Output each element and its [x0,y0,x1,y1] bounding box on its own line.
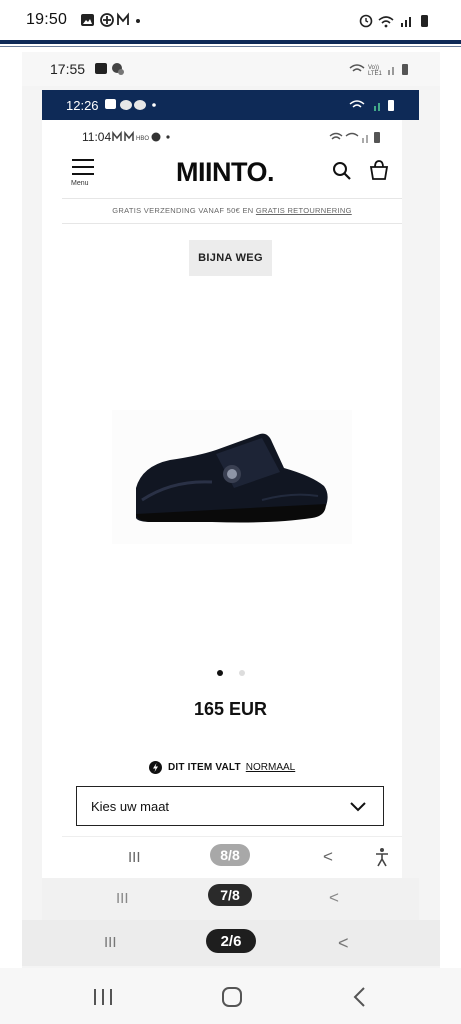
nested-time-1: 17:55 [50,61,86,77]
chat-icon [120,100,132,110]
screenshot-counter-1: 2/6 [206,929,256,953]
almost-gone-badge: BIJNA WEG [189,240,272,276]
dot-icon [166,135,170,139]
back-button-1[interactable]: < [338,933,349,954]
shoe-image [136,433,328,523]
recents-button-3[interactable]: III [128,849,141,866]
search-icon[interactable] [332,161,352,181]
mail-icon [112,130,122,141]
signal-icon [388,70,390,75]
back-icon[interactable] [352,986,368,1008]
recents-button-1[interactable]: III [104,934,117,951]
mail-icon [117,12,129,25]
call-icon [345,132,359,137]
nested-time-2: 12:26 [66,98,99,113]
nested-right-icons-3 [328,130,388,149]
product-image[interactable] [112,410,352,544]
battery-icon [421,15,428,27]
gallery-icon [105,99,116,109]
carousel-dot-active[interactable] [217,670,223,676]
nested-right-icons-2 [348,98,408,117]
signal-icon [362,138,364,143]
dot-icon [152,103,156,107]
chevron-down-icon [350,802,366,812]
recents-button-2[interactable]: III [116,890,129,907]
nested-status-bar-3: 11:04 HBO [62,124,402,150]
wifi-icon [378,16,394,24]
battery-icon [402,64,408,75]
wifi-icon [349,64,365,72]
size-select[interactable]: Kies uw maat [76,786,384,826]
app-header: Menu MIINTO. [62,152,402,196]
fit-info-icon [149,760,162,774]
gallery-icon [95,63,107,74]
hamburger-icon [72,159,94,175]
miinto-logo[interactable]: MIINTO. [176,157,275,188]
nested-notification-icons-1 [94,61,128,82]
dot-icon [136,19,140,23]
nested-nav-bar-2: III 7/8 < [42,878,419,920]
home-icon[interactable] [221,986,243,1008]
fit-prefix: DIT ITEM VALT [168,761,241,773]
outer-status-bar: 19:50 [0,0,461,40]
back-button-3[interactable]: < [323,847,333,867]
menu-button[interactable]: Menu [70,156,98,192]
fit-info: DIT ITEM VALT NORMAAL [149,759,295,775]
nested-notification-icons-3: HBO [112,130,176,149]
status-right-icons [359,13,439,34]
navy-divider [0,40,461,44]
screenshot-counter-2: 7/8 [208,884,252,906]
screenshot-counter-3: 8/8 [210,844,250,866]
back-button-2[interactable]: < [329,888,339,908]
gallery-icon [81,12,140,27]
nested-right-icons-1: Vo)) LTE1 [348,61,418,82]
menu-label: Menu [71,180,89,187]
product-price: 165 EUR [193,699,268,719]
nested-status-bar-2: 12:26 [42,90,419,120]
nested-status-bar-1: 17:55 Vo)) LTE1 [22,52,440,86]
size-placeholder: Kies uw maat [91,799,170,814]
wifi-icon [329,132,343,140]
wifi-icon [349,100,365,108]
recents-icon[interactable] [92,988,114,1006]
free-returns-link[interactable]: GRATIS RETOURNERING [256,206,352,215]
navy-divider-thin [0,46,461,47]
svg-text:LTE1: LTE1 [368,71,383,77]
nested-notification-icons-2 [104,98,164,117]
nested-time-3: 11:04 [82,130,112,144]
battery-icon [388,100,394,111]
shipping-banner: GRATIS VERZENDING VANAF 50€ EN GRATIS RE… [62,198,402,224]
signal-icon [401,23,403,27]
carousel-dot[interactable] [239,670,245,676]
status-time: 19:50 [26,11,68,28]
battery-icon [374,132,380,143]
shopping-bag-icon[interactable] [368,159,390,181]
system-nav-bar [0,968,461,1024]
accessibility-icon[interactable] [374,847,390,867]
shipping-text: GRATIS VERZENDING VANAF 50€ EN [112,206,256,215]
nested-nav-bar-1: III 2/6 < [22,920,440,966]
signal-icon [374,106,376,111]
fit-value-link[interactable]: NORMAAL [246,762,295,773]
notification-icons [80,12,156,31]
nested-nav-bar-3: III 8/8 < [62,836,402,877]
messenger-icon [151,132,161,142]
svg-text:HBO: HBO [136,136,149,142]
